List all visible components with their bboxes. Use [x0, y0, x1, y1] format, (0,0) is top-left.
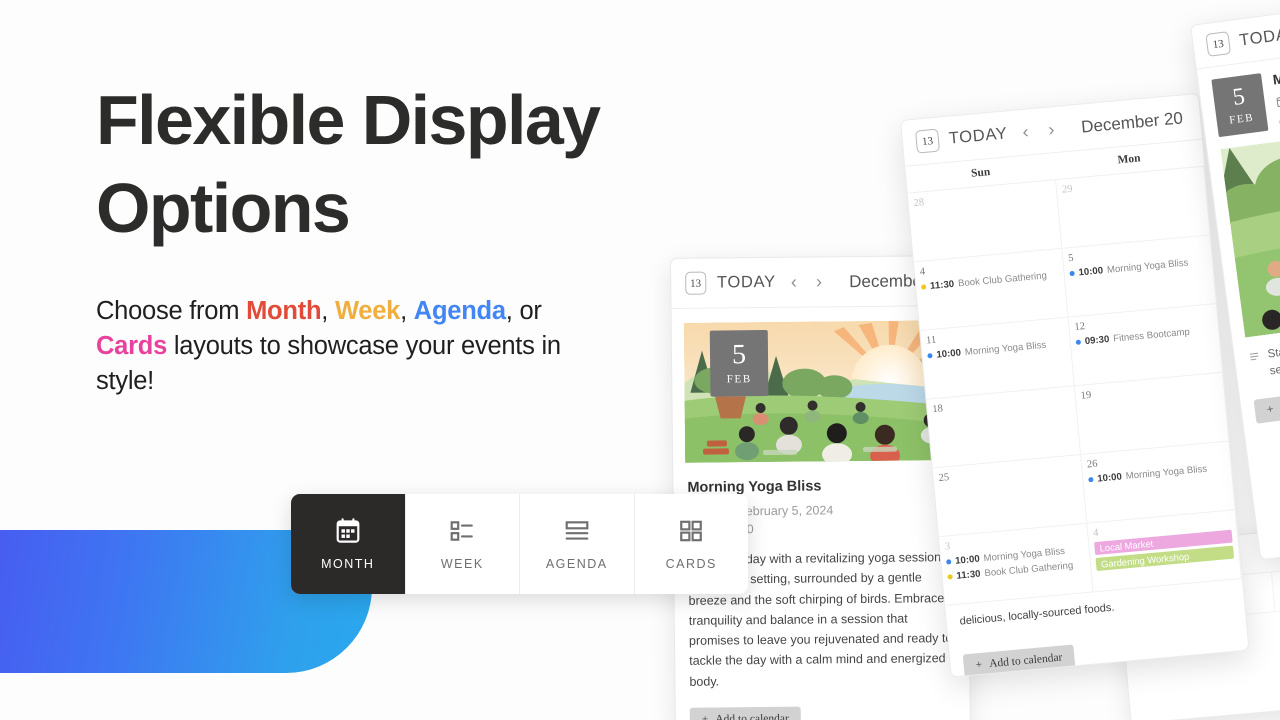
- event-title: Morning Yoga Bliss: [687, 478, 822, 496]
- month-label: December 20: [1080, 107, 1184, 137]
- event-time: 10:00: [954, 553, 981, 567]
- subtitle-prefix: Choose from: [96, 297, 247, 326]
- subtitle-month-word: Month: [246, 297, 322, 326]
- calendar-small-icon: [1276, 96, 1280, 107]
- headline-line-2: Options: [96, 169, 351, 248]
- month-day-cell[interactable]: 28: [907, 180, 1063, 262]
- page-subtitle: Choose from Month, Week, Agenda, or Card…: [96, 294, 576, 398]
- tab-month[interactable]: MONTH: [291, 494, 406, 594]
- plus-icon: +: [701, 713, 709, 720]
- add-to-calendar-button[interactable]: + Add to calendar: [1253, 384, 1280, 424]
- month-day-cell[interactable]: 19: [1074, 372, 1230, 454]
- page-title: Flexible Display Options: [96, 76, 696, 252]
- add-to-calendar-button[interactable]: + Add to calendar: [689, 706, 801, 720]
- tab-cards[interactable]: CARDS: [635, 494, 749, 594]
- chevron-right-icon[interactable]: ›: [812, 271, 826, 292]
- event-dot: [927, 353, 933, 359]
- plus-icon: +: [975, 658, 983, 672]
- today-button[interactable]: TODAY: [948, 124, 1008, 148]
- subtitle-week-word: Week: [334, 297, 401, 326]
- subtitle-sep-2: ,: [400, 297, 414, 326]
- event-name: Fitness Bootcamp: [1112, 326, 1191, 345]
- event-date-badge: 5 FEB: [709, 329, 769, 397]
- event-dot: [1075, 339, 1082, 345]
- event-dot: [946, 559, 952, 565]
- chevron-left-icon[interactable]: ‹: [787, 272, 801, 293]
- tab-month-label: MONTH: [321, 556, 375, 571]
- today-button[interactable]: TODAY: [717, 273, 776, 293]
- description-lines-icon: [1249, 352, 1259, 361]
- chevron-left-icon[interactable]: ‹: [1017, 121, 1035, 143]
- event-time: 09:30: [1084, 333, 1110, 348]
- chevron-right-icon[interactable]: ›: [1042, 119, 1060, 141]
- subtitle-agenda-word: Agenda: [413, 297, 506, 326]
- add-to-calendar-label: Add to calendar: [988, 651, 1063, 671]
- event-dot: [947, 574, 953, 580]
- event-time: 10:00: [935, 347, 962, 361]
- badge-day: 5: [1231, 83, 1247, 111]
- month-day-cell[interactable]: 18: [926, 386, 1082, 468]
- month-grid: 28 29 4 11:30 Book Club Gathering 5 10:00 Morni…: [907, 166, 1242, 606]
- tab-cards-label: CARDS: [665, 556, 717, 571]
- add-to-calendar-label: Add to calendar: [715, 712, 789, 720]
- event-dot: [1069, 270, 1075, 277]
- event-date-badge: 5 FEB: [1211, 73, 1269, 138]
- yoga-illustration: [1220, 120, 1280, 338]
- headline-line-1: Flexible Display: [96, 81, 601, 159]
- event-time: 11:30: [956, 568, 981, 582]
- event-name: Morning Yoga Bliss: [1106, 257, 1189, 276]
- agenda-lines-icon: [565, 520, 589, 540]
- add-to-calendar-button[interactable]: + Add to calendar: [962, 644, 1076, 678]
- event-name: Morning Yoga Bliss: [964, 339, 1047, 359]
- calendar-icon: [336, 517, 360, 543]
- grid-four-icon: [680, 520, 703, 541]
- badge-month: FEB: [1228, 111, 1255, 127]
- badge-month: FEB: [726, 373, 752, 386]
- month-day-cell[interactable]: 5 10:00 Morning Yoga Bliss: [1062, 235, 1217, 317]
- today-date-chip[interactable]: 13: [1205, 31, 1232, 57]
- month-day-cell[interactable]: 11 10:00 Morning Yoga Bliss: [920, 317, 1075, 399]
- event-time: 11:30: [929, 278, 955, 292]
- event-name: Morning Yoga Bliss: [1125, 463, 1208, 482]
- event-name: Book Club Gathering: [983, 560, 1074, 580]
- month-day-cell[interactable]: 3 10:00 Morning Yoga Bliss 11:30 Book Club G…: [938, 523, 1094, 605]
- month-view-panel[interactable]: 13 TODAY ‹ › December 20 Sun Mon 28 29 4 11…: [900, 92, 1250, 678]
- event-name: Book Club Gathering: [957, 270, 1048, 290]
- month-day-cell[interactable]: 29: [1056, 166, 1211, 248]
- promo-copy: Flexible Display Options Choose from Mon…: [96, 76, 696, 398]
- today-button[interactable]: TODAY: [1238, 24, 1280, 51]
- view-mode-tabbar[interactable]: MONTH WEEK AGENDA CARDS: [291, 494, 748, 594]
- subtitle-sep-1: ,: [321, 297, 335, 326]
- tab-agenda[interactable]: AGENDA: [520, 494, 635, 594]
- event-dot: [921, 284, 927, 290]
- subtitle-cards-word: Cards: [96, 332, 168, 361]
- month-day-cell[interactable]: 4 11:30 Book Club Gathering: [913, 248, 1069, 331]
- event-hero-image: 5 FEB: [683, 320, 956, 463]
- agenda-hero-image: [1220, 120, 1280, 338]
- today-date-chip[interactable]: 13: [915, 128, 941, 154]
- tab-week-label: WEEK: [440, 556, 484, 571]
- month-day-cell[interactable]: 4 Local Market Gardening Workshop: [1087, 510, 1242, 592]
- plus-icon: +: [1266, 402, 1275, 416]
- month-day-cell[interactable]: 25: [932, 454, 1088, 537]
- subtitle-sep-3: , or: [505, 297, 542, 326]
- tab-agenda-label: AGENDA: [545, 556, 608, 571]
- tab-week[interactable]: WEEK: [406, 494, 520, 594]
- event-time: 10:00: [1078, 265, 1104, 279]
- month-day-cell[interactable]: 12 09:30 Fitness Bootcamp: [1068, 304, 1224, 386]
- list-squares-icon: [450, 520, 474, 541]
- agenda-toolbar: 13 TODAY: [1191, 0, 1280, 70]
- month-day-cell[interactable]: 26 10:00 Morning Yoga Bliss: [1081, 441, 1236, 523]
- event-time: 10:00: [1096, 471, 1123, 485]
- badge-day: 5: [731, 339, 747, 371]
- event-dot: [1088, 476, 1094, 483]
